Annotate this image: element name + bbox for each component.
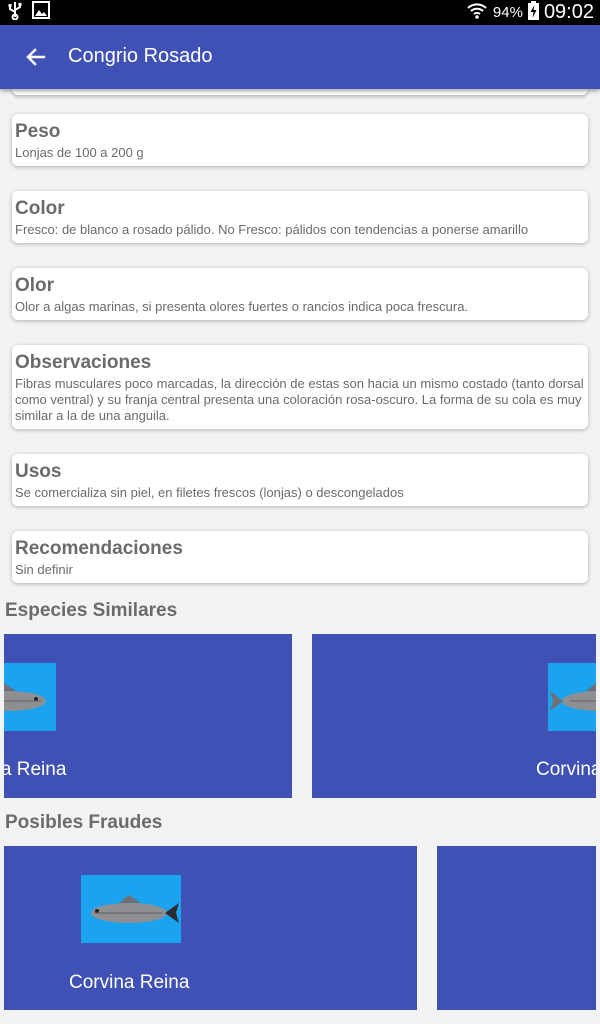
status-bar: 94% 09:02 [0, 0, 600, 25]
card-title: Olor [15, 275, 55, 296]
card-olor: Olor Olor a algas marinas, si presenta o… [12, 268, 588, 320]
card-usos: Usos Se comercializa sin piel, en filete… [12, 454, 588, 506]
fish-image [4, 663, 56, 731]
app-bar: Congrio Rosado [0, 25, 600, 89]
wifi-icon [466, 0, 488, 25]
card-partial [12, 89, 588, 95]
card-body: Lonjas de 100 a 200 g [15, 145, 144, 160]
tile-label: Corvina Reina [4, 759, 67, 780]
card-observaciones: Observaciones Fibras musculares poco mar… [12, 345, 588, 429]
tile-label: Corvina Reina [69, 972, 190, 993]
fish-image [81, 875, 181, 943]
card-color: Color Fresco: de blanco a rosado pálido.… [12, 191, 588, 243]
card-title: Color [15, 198, 65, 219]
card-body: Sin definir [15, 562, 73, 577]
card-body: Se comercializa sin piel, en filetes fre… [15, 485, 404, 500]
tile-label: Corvina Reina [536, 759, 596, 780]
card-body: Fresco: de blanco a rosado pálido. No Fr… [15, 222, 529, 237]
detail-content[interactable]: Peso Lonjas de 100 a 200 g Color Fresco:… [0, 89, 600, 1024]
section-title-frauds: Posibles Fraudes [5, 812, 163, 833]
similar-species-tile[interactable]: Corvina Reina [4, 634, 292, 798]
section-title-similar: Especies Similares [5, 600, 178, 621]
similar-species-tile[interactable]: Corvina Reina [312, 634, 596, 798]
card-title: Observaciones [15, 352, 152, 373]
fraud-species-tile[interactable] [437, 846, 596, 1010]
arrow-back-icon [20, 48, 52, 75]
image-icon [32, 1, 50, 24]
battery-charging-icon [527, 0, 539, 25]
clock: 09:02 [543, 1, 594, 23]
back-button[interactable] [20, 43, 52, 71]
usb-icon [8, 1, 22, 25]
page-title: Congrio Rosado [68, 45, 213, 67]
battery-percent: 94% [492, 4, 523, 21]
fish-image [548, 663, 596, 731]
fraud-species-tile[interactable]: Corvina Reina [4, 846, 417, 1010]
card-body: Fibras musculares poco marcadas, la dire… [15, 376, 584, 423]
card-recomendaciones: Recomendaciones Sin definir [12, 531, 588, 583]
card-title: Usos [15, 461, 62, 482]
card-body: Olor a algas marinas, si presenta olores… [15, 299, 469, 314]
card-peso: Peso Lonjas de 100 a 200 g [12, 114, 588, 166]
card-title: Recomendaciones [15, 538, 183, 559]
card-title: Peso [15, 121, 61, 142]
